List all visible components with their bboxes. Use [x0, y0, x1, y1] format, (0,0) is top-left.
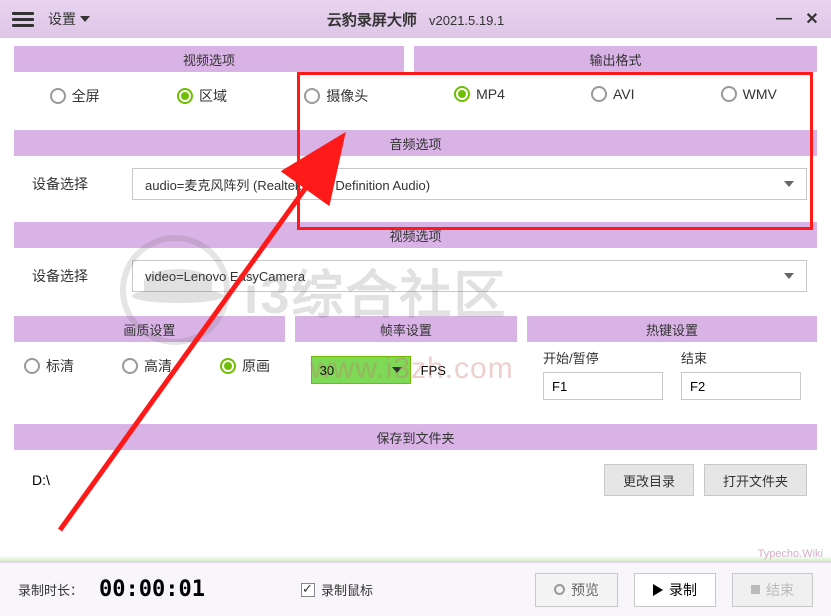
audio-device-label: 设备选择 [24, 174, 114, 194]
radio-region[interactable]: 区域 [177, 86, 227, 106]
chevron-down-icon [80, 16, 90, 22]
titlebar: 设置 云豹录屏大师 v2021.5.19.1 — ✕ [0, 0, 831, 38]
footer: 录制时长： 00:00:01 录制鼠标 预览 录制 结束 [0, 562, 831, 616]
hotkey-header: 热键设置 [527, 316, 817, 342]
radio-mp4[interactable]: MP4 [454, 86, 505, 102]
radio-wmv[interactable]: WMV [721, 86, 777, 102]
app-title: 云豹录屏大师 v2021.5.19.1 [327, 9, 504, 30]
preview-icon [554, 584, 565, 595]
video-device-dropdown[interactable]: video=Lenovo EasyCamera [132, 260, 807, 292]
audio-header: 音频选项 [14, 130, 817, 156]
radio-camera[interactable]: 摄像头 [304, 86, 368, 106]
output-format-header: 输出格式 [414, 46, 817, 72]
hotkey-stop-label: 结束 [681, 348, 801, 367]
menu-icon[interactable] [6, 8, 40, 31]
record-time-value: 00:00:01 [99, 577, 205, 602]
checkbox-icon [301, 583, 315, 597]
open-folder-button[interactable]: 打开文件夹 [704, 464, 807, 496]
stop-button[interactable]: 结束 [732, 573, 813, 607]
chevron-down-icon [784, 273, 794, 279]
fps-unit: FPS [421, 363, 446, 378]
save-path-input[interactable] [24, 465, 594, 495]
record-time-label: 录制时长： [18, 580, 83, 599]
radio-original[interactable]: 原画 [220, 356, 270, 376]
settings-label: 设置 [48, 9, 76, 29]
hotkey-start-label: 开始/暂停 [543, 348, 663, 367]
change-folder-button[interactable]: 更改目录 [604, 464, 694, 496]
framerate-header: 帧率设置 [295, 316, 517, 342]
settings-dropdown[interactable]: 设置 [48, 9, 90, 29]
fps-select[interactable]: 30 [311, 356, 411, 384]
quality-header: 画质设置 [14, 316, 285, 342]
save-header: 保存到文件夹 [14, 424, 817, 450]
minimize-button[interactable]: — [771, 9, 797, 29]
record-mouse-checkbox[interactable]: 录制鼠标 [301, 580, 373, 599]
radio-hd[interactable]: 高清 [122, 356, 172, 376]
close-button[interactable]: ✕ [799, 9, 825, 29]
radio-avi[interactable]: AVI [591, 86, 635, 102]
video-device-label: 设备选择 [24, 266, 114, 286]
video-options-header: 视频选项 [14, 46, 404, 72]
audio-device-dropdown[interactable]: audio=麦克风阵列 (Realtek High Definition Aud… [132, 168, 807, 200]
record-button[interactable]: 录制 [634, 573, 716, 607]
stop-icon [751, 585, 760, 594]
chevron-down-icon [784, 181, 794, 187]
hotkey-start-input[interactable] [543, 372, 663, 400]
chevron-down-icon [392, 367, 402, 373]
video-device-header: 视频选项 [14, 222, 817, 248]
radio-fullscreen[interactable]: 全屏 [50, 86, 100, 106]
hotkey-stop-input[interactable] [681, 372, 801, 400]
play-icon [653, 584, 663, 596]
radio-sd[interactable]: 标清 [24, 356, 74, 376]
preview-button[interactable]: 预览 [535, 573, 618, 607]
